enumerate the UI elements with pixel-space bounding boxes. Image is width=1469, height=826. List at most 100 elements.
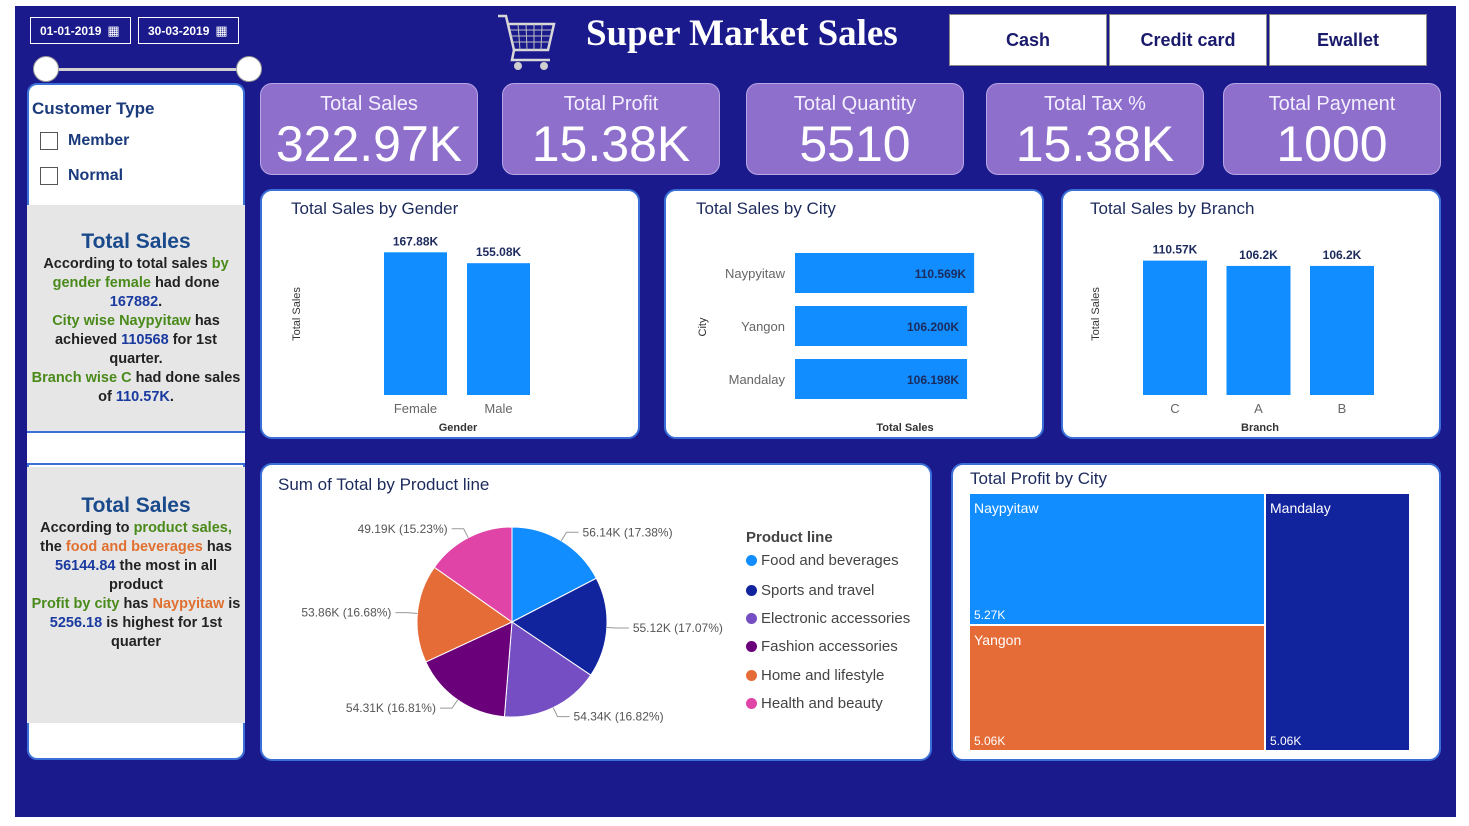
left-divider-band: [27, 431, 245, 465]
x-tick-label: B: [1338, 401, 1347, 416]
x-tick-label: C: [1170, 401, 1179, 416]
date-slider-end-handle[interactable]: [236, 56, 262, 82]
kpi-total-profit: Total Profit 15.38K: [502, 83, 720, 175]
member-option[interactable]: Member: [40, 132, 129, 150]
y-tick-label: Mandalay: [729, 372, 786, 387]
treemap-tile-naypyitaw[interactable]: Naypyitaw 5.27K: [970, 494, 1264, 624]
legend-item[interactable]: Health and beauty: [746, 695, 883, 712]
legend-item[interactable]: Electronic accessories: [746, 610, 910, 627]
legend-label: Fashion accessories: [761, 638, 898, 655]
kpi-value: 322.97K: [275, 116, 463, 172]
pie-data-label: 54.31K (16.81%): [346, 701, 436, 715]
kpi-value: 5510: [799, 116, 911, 172]
insight-heading: Total Sales: [81, 494, 191, 517]
x-axis-label: Total Sales: [876, 422, 933, 434]
kpi-label: Total Profit: [563, 93, 659, 115]
bar-b[interactable]: [1310, 265, 1374, 395]
pie-data-label: 56.14K (17.38%): [583, 525, 673, 539]
bar-c[interactable]: [1143, 260, 1207, 395]
legend-marker: [746, 613, 757, 624]
pie-leader-line: [606, 626, 629, 629]
treemap-label: Naypyitaw: [974, 500, 1039, 516]
legend-label: Health and beauty: [761, 695, 883, 712]
pie-data-label: 55.12K (17.07%): [633, 621, 723, 635]
customer-type-title: Customer Type: [32, 99, 155, 118]
x-axis-label: Branch: [1241, 422, 1279, 434]
bar-male[interactable]: [467, 263, 530, 395]
kpi-total-tax: Total Tax % 15.38K: [986, 83, 1204, 175]
normal-option[interactable]: Normal: [40, 167, 123, 185]
bar-a[interactable]: [1226, 265, 1291, 395]
bar-data-label: 106.2K: [1323, 248, 1362, 262]
y-axis-label: Total Sales: [1090, 287, 1102, 341]
calendar-icon[interactable]: ▦: [215, 23, 227, 39]
kpi-total-payment: Total Payment 1000: [1223, 83, 1441, 175]
kpi-label: Total Sales: [320, 93, 418, 115]
pie-leader-line: [439, 699, 459, 709]
ewallet-button[interactable]: Ewallet: [1269, 14, 1427, 66]
y-axis-label: Total Sales: [291, 287, 303, 341]
date-start-text: 01-01-2019: [40, 23, 102, 38]
pie-data-label: 53.86K (16.68%): [301, 606, 391, 620]
date-start-field[interactable]: 01-01-2019 ▦: [30, 17, 131, 44]
x-tick-label: Male: [484, 401, 512, 416]
legend-marker: [746, 670, 757, 681]
pie-legend-title: Product line: [746, 529, 833, 546]
bar-data-label: 106.200K: [907, 320, 959, 334]
legend-item[interactable]: Sports and travel: [746, 582, 874, 599]
legend-label: Food and beverages: [761, 552, 899, 569]
pie-leader-line: [395, 612, 418, 614]
shopping-cart-icon: [498, 14, 556, 70]
date-end-field[interactable]: 30-03-2019 ▦: [138, 17, 239, 44]
date-end-text: 30-03-2019: [148, 23, 210, 38]
treemap-tile-mandalay[interactable]: Mandalay 5.06K: [1266, 494, 1409, 750]
pie-leader-line: [451, 528, 469, 538]
legend-item[interactable]: Fashion accessories: [746, 638, 898, 655]
kpi-total-quantity: Total Quantity 5510: [746, 83, 964, 175]
treemap-label: Mandalay: [1270, 500, 1331, 516]
kpi-value: 1000: [1276, 116, 1388, 172]
y-tick-label: Yangon: [741, 319, 785, 334]
legend-label: Electronic accessories: [761, 610, 911, 627]
kpi-label: Total Payment: [1268, 93, 1396, 115]
kpi-value: 15.38K: [531, 116, 691, 172]
y-axis-label: City: [697, 317, 709, 336]
legend-marker: [746, 698, 757, 709]
date-slider-start-handle[interactable]: [33, 56, 59, 82]
gender-bar-chart: 167.88K Female 155.08K Male Gender Total Sale…: [291, 234, 530, 434]
insight-card-product: Total Sales According to product sales, …: [27, 467, 245, 723]
legend-label: Home and lifestyle: [761, 667, 885, 684]
treemap-tile-yangon[interactable]: Yangon 5.06K: [970, 625, 1264, 750]
branch-bar-chart: 110.57K C 106.2K A 106.2K B Branch Total Sales: [1090, 243, 1374, 434]
kpi-value: 15.38K: [1015, 116, 1175, 172]
credit-card-button[interactable]: Credit card: [1109, 14, 1267, 66]
normal-checkbox[interactable]: [40, 167, 58, 185]
pie-data-label: 54.34K (16.82%): [574, 710, 664, 724]
pie-leader-line: [560, 531, 579, 542]
treemap-value: 5.06K: [974, 733, 1006, 748]
y-tick-label: Naypyitaw: [725, 266, 786, 281]
city-bar-chart: 110.569K Naypyitaw 106.200K Yangon 106.198K M…: [697, 253, 975, 434]
pie-data-label: 49.19K (15.23%): [358, 522, 448, 536]
bar-data-label: 106.2K: [1239, 248, 1278, 262]
calendar-icon[interactable]: ▦: [107, 23, 119, 39]
x-tick-label: A: [1254, 401, 1263, 416]
bar-female[interactable]: [384, 252, 447, 395]
legend-marker: [746, 641, 757, 652]
product-line-pie-chart: 56.14K (17.38%) 55.12K (17.07%) 54.34K (16…: [301, 522, 723, 724]
insight-card-sales: Total Sales According to total sales by …: [27, 205, 245, 431]
bar-data-label: 110.57K: [1153, 243, 1198, 257]
treemap-value: 5.27K: [974, 607, 1006, 622]
legend-item[interactable]: Food and beverages: [746, 552, 899, 569]
bar-data-label: 155.08K: [476, 245, 522, 259]
bar-data-label: 106.198K: [907, 373, 959, 387]
legend-marker: [746, 555, 757, 566]
legend-item[interactable]: Home and lifestyle: [746, 667, 884, 684]
treemap-label: Yangon: [974, 631, 1022, 648]
x-axis-label: Gender: [439, 422, 478, 434]
member-checkbox[interactable]: [40, 132, 58, 150]
insight-text: According to product sales, the food and…: [31, 520, 241, 650]
date-slider-track[interactable]: [46, 68, 249, 71]
cash-button[interactable]: Cash: [949, 14, 1107, 66]
insight-heading: Total Sales: [81, 230, 191, 253]
